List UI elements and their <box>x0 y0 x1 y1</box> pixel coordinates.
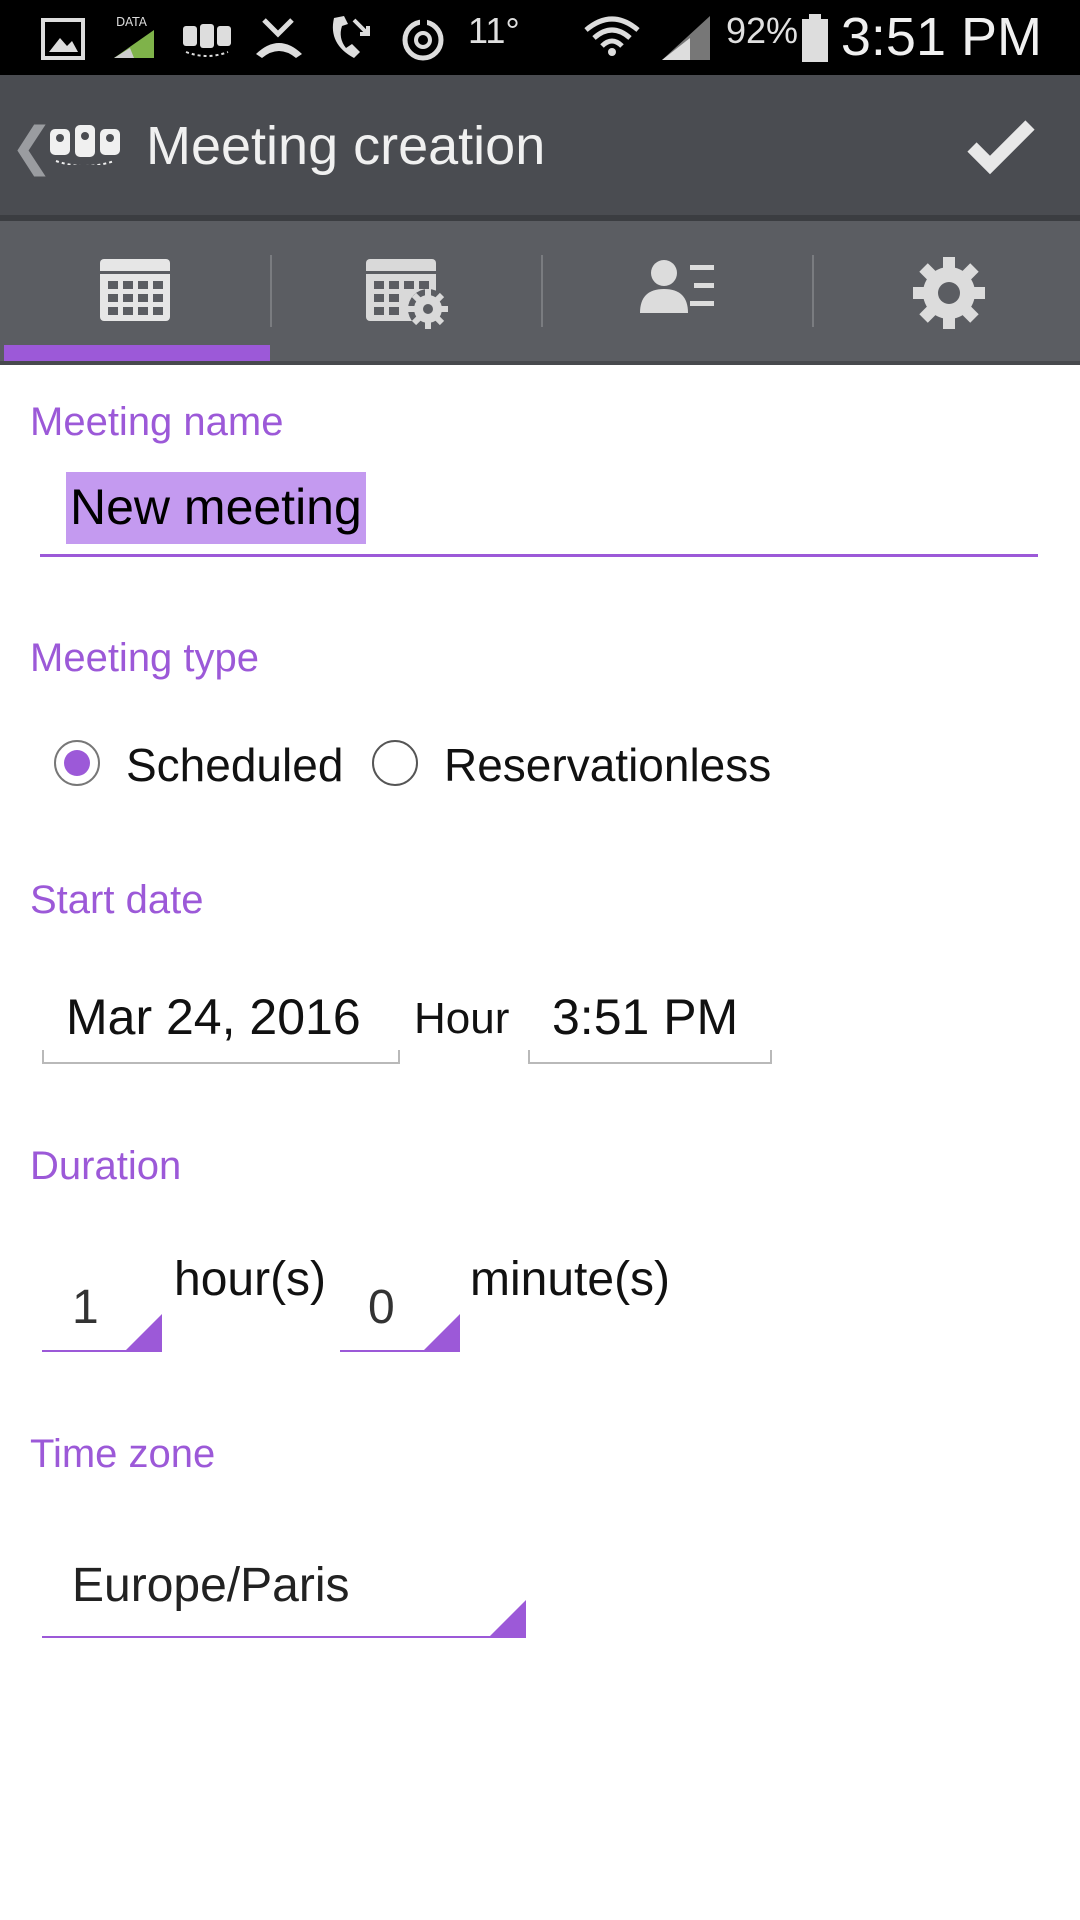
tab-bar-divider <box>0 361 1080 365</box>
gear-icon <box>913 257 985 329</box>
duration-hours-value: 1 <box>72 1281 99 1334</box>
time-zone-value: Europe/Paris <box>72 1559 350 1612</box>
page-title: Meeting creation <box>146 116 546 176</box>
time-zone-spinner[interactable]: Europe/Paris <box>42 1556 526 1638</box>
duration-hours-spinner[interactable]: 1 <box>42 1270 162 1352</box>
dropdown-corner-icon <box>490 1600 526 1636</box>
wifi-icon <box>584 16 640 56</box>
data-label: DATA <box>116 15 148 29</box>
gallery-notification-icon <box>41 18 85 60</box>
minutes-unit-label: minute(s) <box>470 1253 671 1306</box>
tab-participants[interactable] <box>543 221 813 363</box>
start-time-value: 3:51 PM <box>552 989 739 1045</box>
sync-icon <box>402 16 444 61</box>
start-time-field[interactable]: 3:51 PM <box>528 982 772 1064</box>
start-date-label: Start date <box>30 878 204 922</box>
start-date-field[interactable]: Mar 24, 2016 <box>42 982 400 1064</box>
duration-minutes-spinner[interactable]: 0 <box>340 1270 460 1352</box>
battery-percent-text: 92% <box>726 10 799 51</box>
tab-meeting-options[interactable] <box>272 221 542 363</box>
tab-bar <box>0 221 1080 365</box>
call-forward-icon <box>332 16 370 58</box>
battery-icon <box>802 14 828 62</box>
duration-label: Duration <box>30 1144 182 1188</box>
signal-icon <box>662 16 710 60</box>
temperature-text: 11° <box>468 10 520 51</box>
status-bar: DATA 11° 92% 3:51 PM <box>0 0 1080 75</box>
reservationless-radio[interactable] <box>372 740 418 786</box>
dropdown-corner-icon <box>424 1314 460 1350</box>
meeting-name-value: New meeting <box>66 472 366 544</box>
meeting-type-label: Meeting type <box>30 636 260 680</box>
missed-call-icon <box>256 18 302 58</box>
meeting-name-input[interactable]: New meeting <box>40 470 1038 557</box>
tab-settings[interactable] <box>814 221 1080 363</box>
hours-unit-label: hour(s) <box>174 1253 327 1306</box>
calendar-settings-icon <box>366 259 448 329</box>
duration-minutes-value: 0 <box>368 1281 395 1334</box>
time-zone-label: Time zone <box>30 1432 216 1476</box>
field-edge <box>398 1050 400 1062</box>
field-edge <box>528 1050 530 1062</box>
clock-text: 3:51 PM <box>840 7 1042 67</box>
app-logo-icon[interactable] <box>48 121 122 165</box>
reservationless-radio-label[interactable]: Reservationless <box>444 738 771 792</box>
action-bar: ❮ Meeting creation <box>0 75 1080 221</box>
check-icon[interactable] <box>966 119 1036 175</box>
start-date-value: Mar 24, 2016 <box>66 989 361 1045</box>
app-notification-icon <box>183 24 231 57</box>
field-edge <box>42 1050 44 1062</box>
data-saver-icon: DATA <box>114 15 154 58</box>
field-edge <box>770 1050 772 1062</box>
participants-icon <box>640 260 714 313</box>
tab-meeting-info[interactable] <box>0 221 270 363</box>
hour-label: Hour <box>414 994 510 1043</box>
scheduled-radio-label[interactable]: Scheduled <box>126 738 343 792</box>
calendar-icon <box>100 259 170 321</box>
scheduled-radio[interactable] <box>54 740 100 786</box>
meeting-name-label: Meeting name <box>30 400 284 444</box>
tab-selected-indicator <box>4 345 270 361</box>
dropdown-corner-icon <box>126 1314 162 1350</box>
